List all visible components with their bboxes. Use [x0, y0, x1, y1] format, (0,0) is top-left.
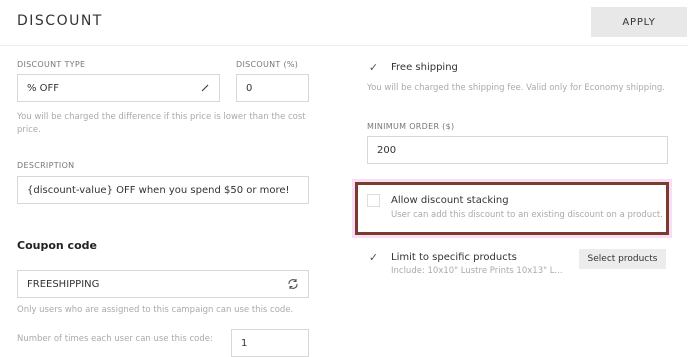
- free-shipping-help: You will be charged the shipping fee. Va…: [367, 83, 665, 93]
- discount-percent-label: DISCOUNT (%): [236, 60, 299, 69]
- stacking-checkbox[interactable]: [367, 194, 380, 207]
- refresh-icon[interactable]: [287, 278, 299, 290]
- free-shipping-checkbox[interactable]: ✓: [367, 61, 380, 74]
- minimum-order-value: 200: [377, 144, 397, 156]
- dropdown-icon: [201, 84, 209, 92]
- minimum-order-input[interactable]: 200: [367, 136, 668, 164]
- coupon-code-value: FREESHIPPING: [27, 278, 100, 290]
- select-products-button[interactable]: Select products: [579, 249, 666, 269]
- times-per-user-input[interactable]: 1: [231, 329, 309, 357]
- stacking-label: Allow discount stacking: [391, 195, 509, 206]
- stacking-help: User can add this discount to an existin…: [391, 210, 663, 220]
- discount-type-select[interactable]: % OFF: [17, 74, 220, 102]
- times-per-user-label: Number of times each user can use this c…: [17, 334, 213, 344]
- description-value: {discount-value} OFF when you spend $50 …: [27, 184, 290, 196]
- price-help-text: You will be charged the difference if th…: [17, 112, 306, 135]
- discount-percent-input[interactable]: 0: [236, 74, 309, 102]
- apply-button[interactable]: APPLY: [591, 7, 687, 37]
- discount-percent-value: 0: [246, 82, 253, 94]
- minimum-order-label: MINIMUM ORDER ($): [367, 122, 455, 131]
- header-divider: [0, 45, 688, 46]
- coupon-code-title: Coupon code: [17, 239, 97, 252]
- specific-products-include: Include: 10x10" Lustre Prints 10x13" L..…: [391, 266, 563, 276]
- description-label: DESCRIPTION: [17, 161, 75, 170]
- specific-products-checkbox[interactable]: ✓: [367, 251, 380, 264]
- description-input[interactable]: {discount-value} OFF when you spend $50 …: [17, 176, 309, 204]
- coupon-help-text: Only users who are assigned to this camp…: [17, 305, 294, 315]
- coupon-code-input[interactable]: FREESHIPPING: [17, 270, 309, 298]
- discount-type-label: DISCOUNT TYPE: [17, 60, 86, 69]
- discount-type-value: % OFF: [27, 82, 60, 94]
- free-shipping-label: Free shipping: [391, 62, 458, 73]
- specific-products-label: Limit to specific products: [391, 252, 517, 263]
- page-title: DISCOUNT: [17, 13, 103, 29]
